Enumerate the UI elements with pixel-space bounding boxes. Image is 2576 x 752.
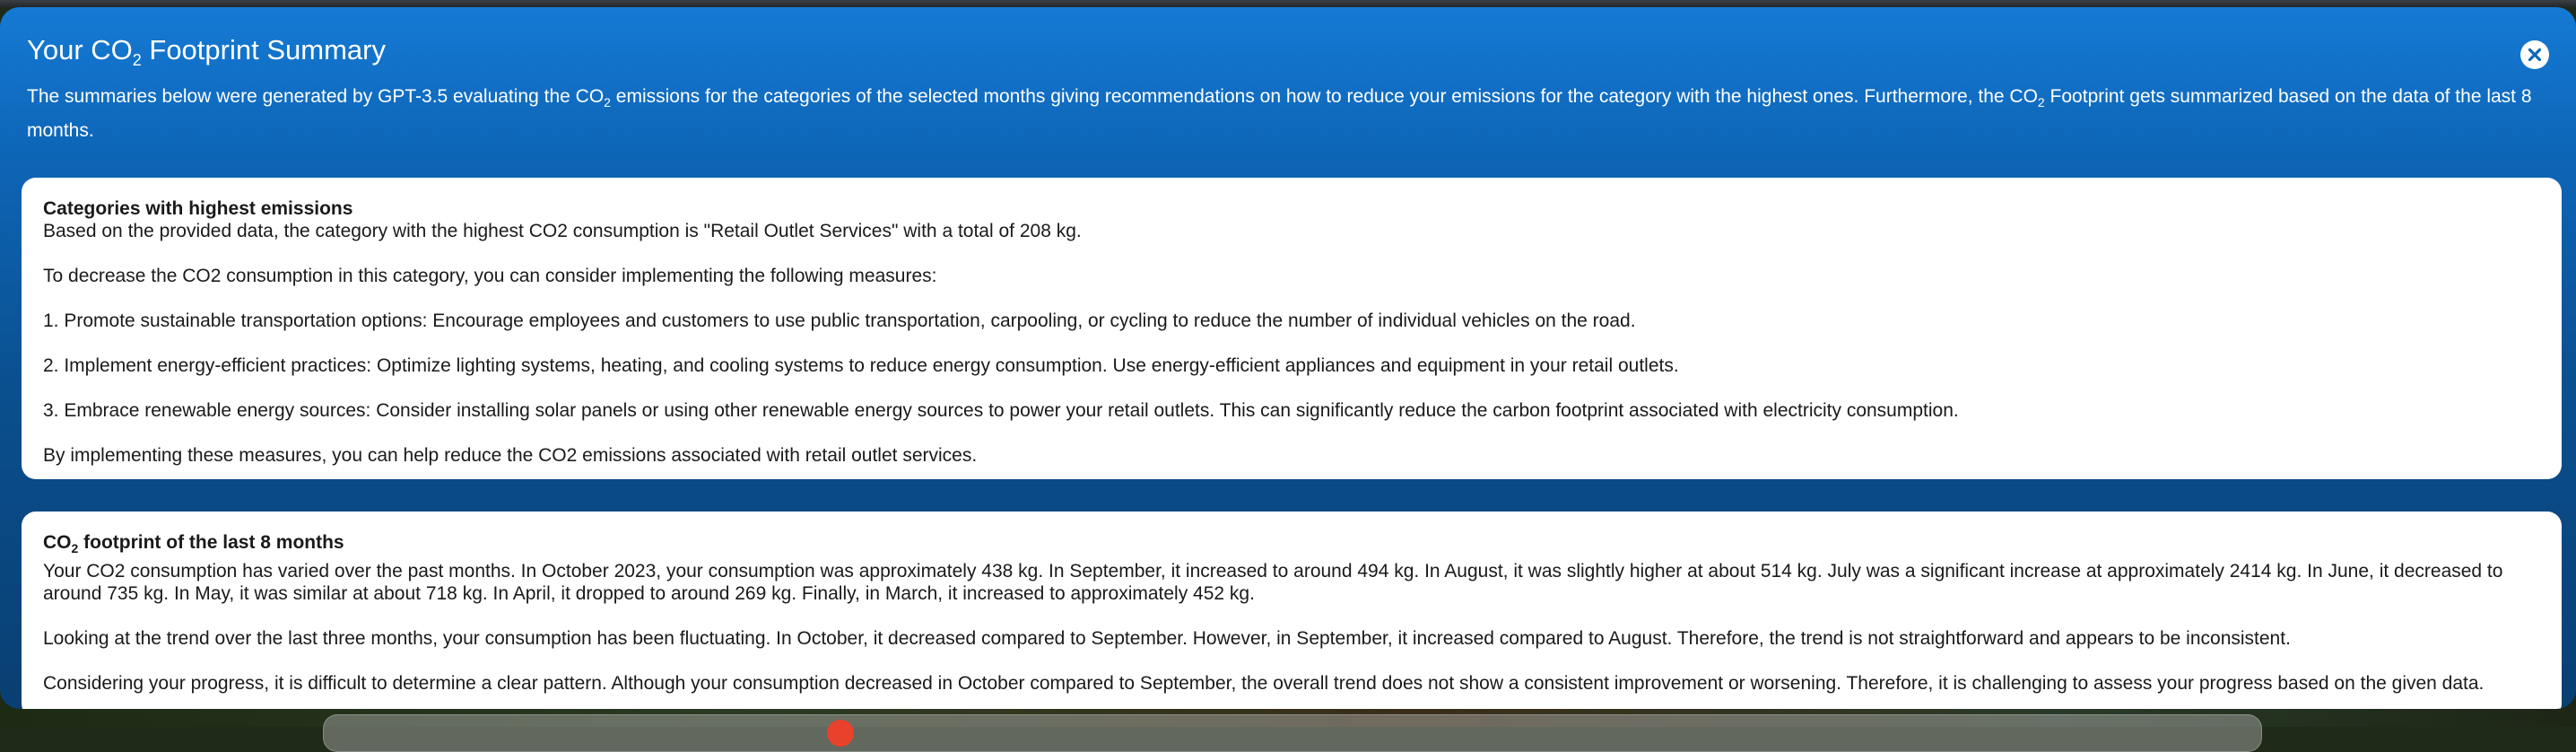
footprint-paragraph: Your CO2 consumption has varied over the… — [43, 561, 2503, 605]
co2-summary-modal: Your CO2 Footprint Summary The summaries… — [0, 7, 2576, 709]
window-top-edge — [0, 0, 2576, 7]
highest-emissions-paragraph: By implementing these measures, you can … — [43, 445, 978, 466]
title-text-suffix: Footprint Summary — [141, 34, 386, 66]
footprint-8-months-card: CO2 footprint of the last 8 months Your … — [22, 512, 2562, 709]
modal-description: The summaries below were generated by GP… — [27, 83, 2556, 144]
highest-emissions-paragraph: To decrease the CO2 consumption in this … — [43, 266, 937, 286]
highest-emissions-heading: Categories with highest emissions — [43, 198, 353, 219]
title-text-prefix: Your CO — [27, 34, 133, 66]
footprint-paragraph: Looking at the trend over the last three… — [43, 628, 2291, 650]
dock[interactable] — [323, 714, 2262, 752]
footprint-heading-suffix: footprint of the last 8 months — [78, 532, 344, 553]
footprint-paragraph: Considering your progress, it is difficu… — [43, 673, 2485, 695]
description-subscript-1: 2 — [604, 95, 611, 110]
highest-emissions-paragraph: 3. Embrace renewable energy sources: Con… — [43, 400, 1959, 421]
dock-app-icon[interactable] — [827, 720, 854, 747]
highest-emissions-card: Categories with highest emissions Based … — [22, 178, 2562, 479]
close-icon — [2528, 48, 2542, 62]
highest-emissions-paragraph: Based on the provided data, the category… — [43, 221, 1082, 241]
highest-emissions-paragraph: 2. Implement energy-efficient practices:… — [43, 355, 1679, 376]
modal-title: Your CO2 Footprint Summary — [27, 34, 386, 70]
footprint-8-months-heading: CO2 footprint of the last 8 months — [43, 531, 2540, 560]
description-subscript-2: 2 — [2037, 95, 2045, 110]
footprint-heading-prefix: CO — [43, 532, 72, 553]
description-text-1: The summaries below were generated by GP… — [27, 86, 605, 107]
highest-emissions-paragraph: 1. Promote sustainable transportation op… — [43, 310, 1636, 331]
close-button[interactable] — [2520, 40, 2549, 69]
title-subscript: 2 — [132, 51, 142, 70]
description-text-2: emissions for the categories of the sele… — [610, 86, 2038, 107]
